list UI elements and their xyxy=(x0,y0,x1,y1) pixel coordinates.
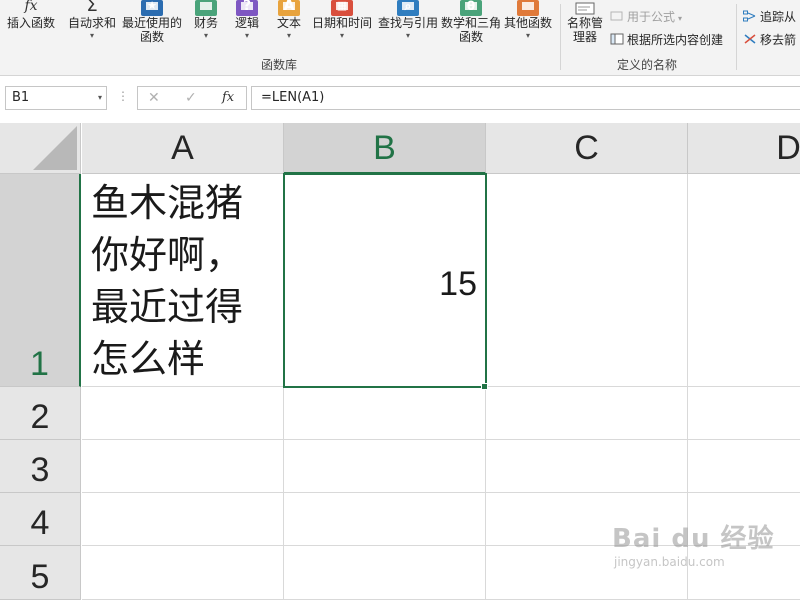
group-separator xyxy=(560,4,561,70)
math-book-icon: θ xyxy=(460,0,482,16)
cell-b1[interactable]: 15 xyxy=(284,174,486,387)
cell-b1-value: 15 xyxy=(439,265,477,303)
create-from-selection-icon xyxy=(610,33,624,45)
logic-book-icon: ? xyxy=(236,0,258,16)
lookup-book-icon: ⌕ xyxy=(397,0,419,16)
cell-d3[interactable] xyxy=(688,440,800,493)
group-label-defined-names: 定义的名称 xyxy=(617,58,678,72)
cell-b3[interactable] xyxy=(284,440,486,493)
cell-b2[interactable] xyxy=(284,387,486,440)
cell-c2[interactable] xyxy=(486,387,688,440)
remove-arrows-icon xyxy=(743,33,757,45)
column-header-c[interactable]: C xyxy=(486,123,688,174)
row-header-4[interactable]: 4 xyxy=(0,493,81,546)
row-header-2[interactable]: 2 xyxy=(0,387,81,440)
column-header-a[interactable]: A xyxy=(82,123,284,174)
select-all-triangle-icon xyxy=(33,126,77,170)
name-manager-button[interactable]: 名称管理器 xyxy=(565,0,605,44)
chevron-down-icon: ▾ xyxy=(89,31,94,40)
formula-bar: B1 ▾ ⋮ ✕ ✓ fx =LEN(A1) xyxy=(0,77,800,123)
column-header-b[interactable]: B xyxy=(284,123,486,174)
cell-c3[interactable] xyxy=(486,440,688,493)
logical-button[interactable]: ? 逻辑 ▾ xyxy=(228,0,266,41)
cell-a3[interactable] xyxy=(82,440,284,493)
use-in-formula-button[interactable]: 用于公式 ▾ xyxy=(610,9,682,27)
star-book-icon: ★ xyxy=(141,0,163,16)
insert-function-button[interactable]: fx 插入函数 xyxy=(2,0,60,31)
trace-precedents-icon xyxy=(743,10,757,22)
chevron-down-icon: ▾ xyxy=(244,31,249,40)
chevron-down-icon: ▾ xyxy=(678,14,683,23)
finance-book-icon xyxy=(195,0,217,16)
fill-handle[interactable] xyxy=(481,383,488,390)
cell-a4[interactable] xyxy=(82,493,284,546)
text-book-icon: A xyxy=(278,0,300,16)
cell-c1[interactable] xyxy=(486,174,688,387)
chevron-down-icon[interactable]: ▾ xyxy=(98,87,102,109)
group-separator xyxy=(736,4,737,70)
chevron-down-icon: ▾ xyxy=(525,31,530,40)
math-trig-button[interactable]: θ 数学和三角函数 xyxy=(440,0,502,44)
remove-arrows-button[interactable]: 移去箭 xyxy=(743,32,796,48)
row-header-3[interactable]: 3 xyxy=(0,440,81,493)
cell-a5[interactable] xyxy=(82,546,284,600)
define-name-icon xyxy=(610,10,624,22)
trace-precedents-button[interactable]: 追踪从 xyxy=(743,9,796,25)
financial-button[interactable]: 财务 ▾ xyxy=(186,0,226,41)
calendar-book-icon: ▦ xyxy=(331,0,353,16)
ribbon: fx 插入函数 Σ 自动求和 ▾ ★ 最近使用的函数 财务 ▾ ? 逻辑 ▾ A… xyxy=(0,0,800,76)
date-time-button[interactable]: ▦ 日期和时间 ▾ xyxy=(310,0,374,41)
chevron-down-icon: ▾ xyxy=(339,31,344,40)
group-label-function-library: 函数库 xyxy=(261,58,298,72)
recently-used-button[interactable]: ★ 最近使用的函数 xyxy=(120,0,184,44)
cell-d1[interactable] xyxy=(688,174,800,387)
more-handle-icon[interactable]: ⋮ xyxy=(117,89,129,103)
insert-function-icon[interactable]: fx xyxy=(222,89,234,107)
cell-b5[interactable] xyxy=(284,546,486,600)
cell-a2[interactable] xyxy=(82,387,284,440)
formula-buttons: ✕ ✓ fx xyxy=(137,86,247,110)
baidu-jingyan-watermark: Bai du 经验 jingyan.baidu.com xyxy=(612,524,775,569)
more-book-icon xyxy=(517,0,539,16)
formula-input[interactable]: =LEN(A1) xyxy=(251,86,800,110)
chevron-down-icon: ▾ xyxy=(405,31,410,40)
cancel-icon[interactable]: ✕ xyxy=(148,89,160,107)
lookup-reference-button[interactable]: ⌕ 查找与引用 ▾ xyxy=(376,0,440,41)
cell-b4[interactable] xyxy=(284,493,486,546)
row-header-5[interactable]: 5 xyxy=(0,546,81,600)
cell-d2[interactable] xyxy=(688,387,800,440)
select-all-button[interactable] xyxy=(0,123,81,174)
enter-check-icon[interactable]: ✓ xyxy=(185,89,197,107)
more-functions-button[interactable]: 其他函数 ▾ xyxy=(502,0,554,41)
name-box[interactable]: B1 ▾ xyxy=(5,86,107,110)
sigma-icon: Σ xyxy=(86,0,98,16)
text-button[interactable]: A 文本 ▾ xyxy=(270,0,308,41)
column-header-d[interactable]: D xyxy=(688,123,800,174)
row-header-1[interactable]: 1 xyxy=(0,174,81,387)
create-from-selection-button[interactable]: 根据所选内容创建 xyxy=(610,32,723,48)
chevron-down-icon: ▾ xyxy=(203,31,208,40)
name-tag-icon xyxy=(574,0,596,16)
cell-a1[interactable]: 鱼木混猪 你好啊， 最近过得 怎么样 xyxy=(82,174,284,387)
chevron-down-icon: ▾ xyxy=(286,31,291,40)
fx-icon: fx xyxy=(24,0,38,14)
autosum-button[interactable]: Σ 自动求和 ▾ xyxy=(64,0,120,41)
